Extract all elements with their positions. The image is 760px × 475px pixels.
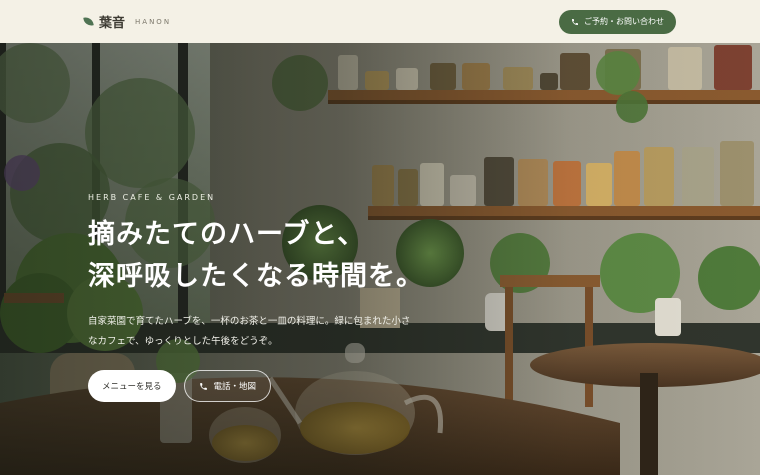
hero-headline: 摘みたてのハーブと、 深呼吸したくなる時間を。	[88, 214, 508, 298]
hero-lead-text: 自家菜園で育てたハーブを、一杯のお茶と一皿の料理に。緑に包まれた小さなカフェで、…	[88, 316, 411, 347]
hero-headline-line-1: 摘みたてのハーブと、	[88, 219, 366, 250]
reservation-contact-button[interactable]: ご予約・お問い合わせ	[559, 9, 676, 34]
hero-content: HERB CAFE & GARDEN 摘みたてのハーブと、 深呼吸したくなる時間…	[88, 193, 508, 402]
phone-map-label: 電話・地図	[213, 382, 257, 392]
hero-eyebrow: HERB CAFE & GARDEN	[88, 193, 216, 202]
leaf-icon	[83, 16, 94, 27]
phone-map-button[interactable]: 電話・地図	[183, 370, 272, 402]
hero-section: HERB CAFE & GARDEN 摘みたてのハーブと、 深呼吸したくなる時間…	[0, 43, 760, 475]
phone-icon	[199, 382, 207, 390]
brand-name: 葉音	[99, 16, 126, 31]
hero-headline-line-2: 深呼吸したくなる時間を。	[88, 261, 424, 292]
site-header: 葉音 HANON ご予約・お問い合わせ	[0, 0, 760, 43]
reservation-contact-label: ご予約・お問い合わせ	[584, 17, 664, 26]
brand-subtitle: HANON	[135, 17, 172, 26]
view-menu-button[interactable]: メニューを見る	[88, 370, 176, 402]
phone-icon	[572, 18, 578, 25]
hero-actions: メニューを見る 電話・地図	[88, 370, 508, 402]
brand[interactable]: 葉音 HANON	[83, 12, 172, 31]
